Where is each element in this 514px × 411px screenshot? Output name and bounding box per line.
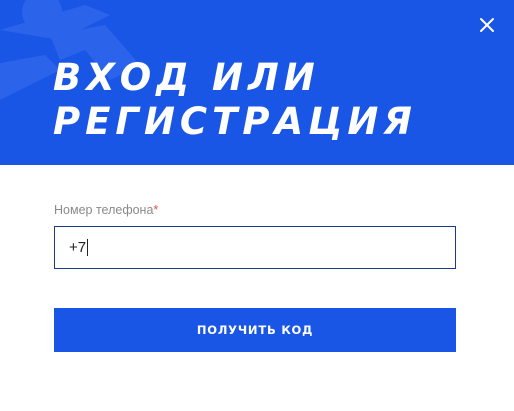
title-line-1: ВХОД ИЛИ [53,56,320,99]
close-icon[interactable] [476,14,498,36]
login-modal: ВХОД ИЛИ РЕГИСТРАЦИЯ Номер телефона* +7 … [0,0,514,411]
get-code-button[interactable]: ПОЛУЧИТЬ КОД [54,308,456,352]
required-mark: * [153,203,159,217]
modal-header: ВХОД ИЛИ РЕГИСТРАЦИЯ [0,0,514,165]
modal-title: ВХОД ИЛИ РЕГИСТРАЦИЯ [53,56,417,144]
phone-input[interactable]: +7 [54,226,456,269]
text-caret [87,239,89,256]
title-line-2: РЕГИСТРАЦИЯ [53,100,417,143]
phone-input-value: +7 [69,239,87,256]
phone-label: Номер телефона* [54,203,158,217]
phone-label-text: Номер телефона [54,203,154,217]
